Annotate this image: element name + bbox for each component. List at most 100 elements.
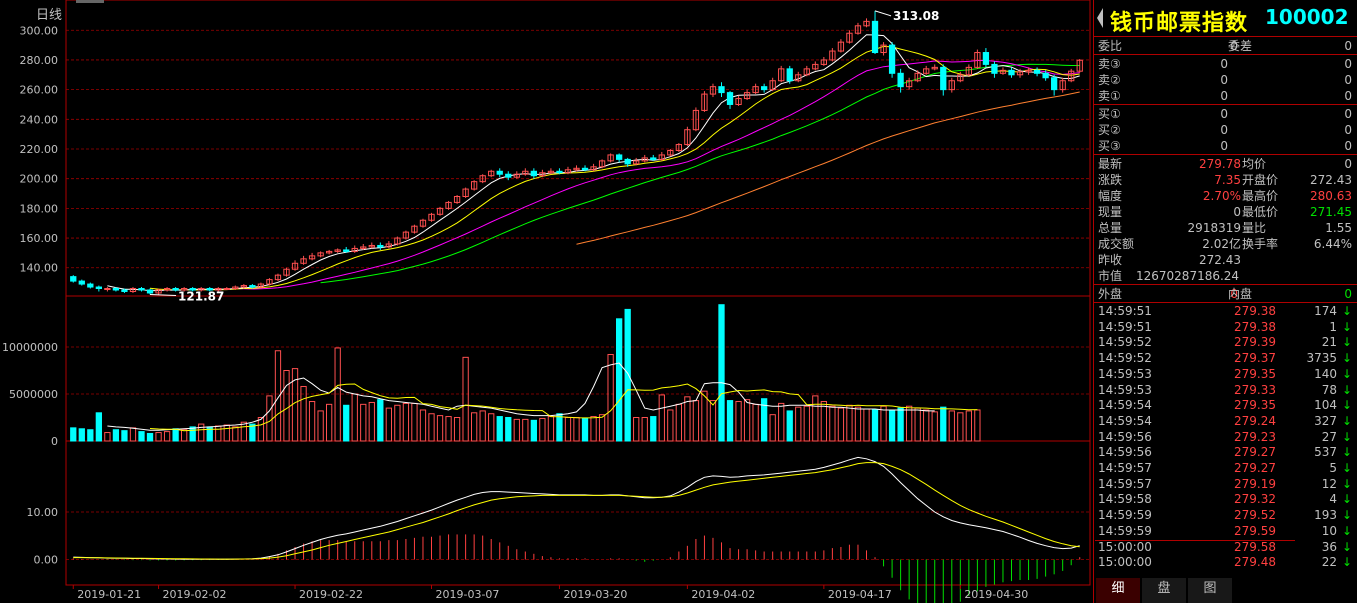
volume-bar [684, 396, 691, 442]
tick-row[interactable]: 14:59:58 279.32 4 ↓ [1094, 491, 1357, 507]
tick-row[interactable]: 14:59:52 279.39 21 ↓ [1094, 334, 1357, 350]
candle-body [1042, 72, 1049, 79]
tick-row[interactable]: 14:59:59 279.52 193 ↓ [1094, 507, 1357, 523]
candle-body [940, 66, 947, 91]
tab-depth[interactable]: 盘 [1142, 578, 1186, 603]
candle-body [121, 289, 128, 292]
tick-volume: 3735 [1306, 351, 1337, 366]
security-code: 100002 [1265, 5, 1349, 29]
volume-bar [778, 402, 785, 442]
tick-row[interactable]: 14:59:54 279.35 104 ↓ [1094, 397, 1357, 413]
volume-bar [479, 410, 486, 442]
inner-label: 内盘 [1228, 287, 1253, 301]
volume-bar [624, 308, 631, 442]
stat-value: 271.45 [1310, 205, 1352, 219]
tab-detail[interactable]: 细 [1096, 578, 1140, 603]
bid-label: 买① [1098, 107, 1121, 121]
volume-bar [300, 385, 307, 442]
stat-label: 涨跌 [1098, 173, 1123, 187]
tick-row[interactable]: 14:59:56 279.23 27 ↓ [1094, 429, 1357, 445]
price-tick-label: 200.00 [20, 173, 59, 186]
candle-body [70, 276, 77, 282]
stat-value: 0 [1344, 157, 1352, 171]
candle-body [871, 20, 879, 54]
stat-label: 现量 [1098, 205, 1123, 219]
volume-bar [453, 417, 461, 442]
price-tick-label: 140.00 [20, 262, 59, 275]
tick-time: 14:59:56 [1098, 445, 1152, 460]
volume-bar [360, 403, 367, 442]
ask-volume: 0 [1344, 89, 1352, 103]
tick-row[interactable]: 14:59:52 279.37 3735 ↓ [1094, 350, 1357, 366]
outer-inner-row: 外盘 0 内盘 0 [1094, 286, 1356, 302]
volume-bar [317, 410, 324, 442]
weicha-value: 0 [1344, 39, 1352, 53]
volume-bar [701, 390, 708, 442]
candle-body [1033, 69, 1041, 74]
candle-body [726, 92, 734, 105]
ask-label: 卖③ [1098, 57, 1121, 71]
date-tick-label: 2019-04-02 [691, 588, 755, 601]
candle-body [223, 288, 230, 291]
tick-row[interactable]: 14:59:57 279.27 5 ↓ [1094, 460, 1357, 476]
tick-price: 279.37 [1234, 351, 1276, 366]
tick-row[interactable]: 14:59:56 279.27 537 ↓ [1094, 444, 1357, 460]
candle-body [897, 72, 904, 88]
tick-row[interactable]: 14:59:57 279.19 12 ↓ [1094, 476, 1357, 492]
candle-body [343, 249, 350, 252]
tick-volume: 327 [1314, 413, 1337, 428]
stat-label: 最低价 [1242, 205, 1279, 219]
volume-bar [198, 423, 205, 442]
tick-price: 279.38 [1234, 319, 1276, 334]
volume-bar [129, 427, 137, 442]
date-tick-label: 2019-03-20 [563, 588, 627, 601]
tick-time: 14:59:54 [1098, 413, 1152, 428]
tick-row[interactable]: 14:59:53 279.35 140 ↓ [1094, 366, 1357, 382]
down-arrow-icon: ↓ [1342, 366, 1353, 381]
tick-row[interactable]: 14:59:51 279.38 174 ↓ [1094, 303, 1357, 319]
candle-body [650, 157, 657, 160]
volume-bar [931, 411, 938, 442]
stat-label: 幅度 [1098, 189, 1123, 203]
tick-time: 14:59:57 [1098, 461, 1152, 475]
down-arrow-icon: ↓ [1342, 335, 1353, 350]
down-arrow-icon: ↓ [1342, 429, 1353, 444]
down-arrow-icon: ↓ [1342, 492, 1353, 507]
candle-body [146, 289, 154, 294]
volume-bar [496, 416, 503, 442]
volume-bar [172, 428, 179, 442]
candle-body [138, 288, 145, 291]
inner-value: 0 [1344, 287, 1352, 301]
tick-row[interactable]: 14:59:51 279.38 1 ↓ [1094, 319, 1357, 335]
kline-chart-area[interactable]: 300.00 280.00 260.00 240.00 220.00 200.00 180.… [0, 0, 1092, 603]
candle-body [78, 280, 85, 285]
weibi-label: 委比 [1098, 39, 1123, 53]
tick-row[interactable]: 14:59:59 279.59 10 ↓ [1094, 523, 1357, 539]
price-tick-label: 280.00 [20, 54, 59, 67]
kline-chart[interactable]: 300.00 280.00 260.00 240.00 220.00 200.00 180.… [0, 0, 1092, 603]
stat-value: 2.02亿 [1202, 237, 1241, 251]
volume-bar [78, 428, 85, 442]
volume-bar [343, 404, 350, 442]
price-tick-label: 220.00 [20, 143, 59, 156]
candle-body [1051, 77, 1058, 91]
toolbar-scroll-handle[interactable] [76, 0, 104, 3]
tab-chart[interactable]: 图 [1188, 578, 1232, 603]
stat-value: 2918319 [1187, 221, 1241, 235]
down-arrow-icon: ↓ [1342, 398, 1353, 413]
volume-bar [590, 416, 597, 442]
tick-row[interactable]: 14:59:53 279.33 78 ↓ [1094, 382, 1357, 398]
tick-price: 279.35 [1234, 366, 1276, 381]
stat-row: 昨收 272.43 [1094, 252, 1356, 268]
tick-row[interactable]: 15:00:00 279.48 22 ↓ [1094, 554, 1357, 570]
weicha-label: 委差 [1228, 39, 1253, 53]
tick-volume: 174 [1314, 304, 1337, 318]
price-tick-label: 180.00 [20, 202, 59, 215]
tick-row[interactable]: 14:59:54 279.24 327 ↓ [1094, 413, 1357, 429]
volume-bar [675, 403, 682, 442]
volume-ma10-line [149, 383, 978, 432]
stat-row-right: 最低价 271.45 [1242, 204, 1356, 220]
stat-label: 换手率 [1242, 237, 1279, 251]
tick-volume: 78 [1321, 382, 1337, 397]
weibi-row: 委比 0 委差 0 [1094, 38, 1356, 54]
